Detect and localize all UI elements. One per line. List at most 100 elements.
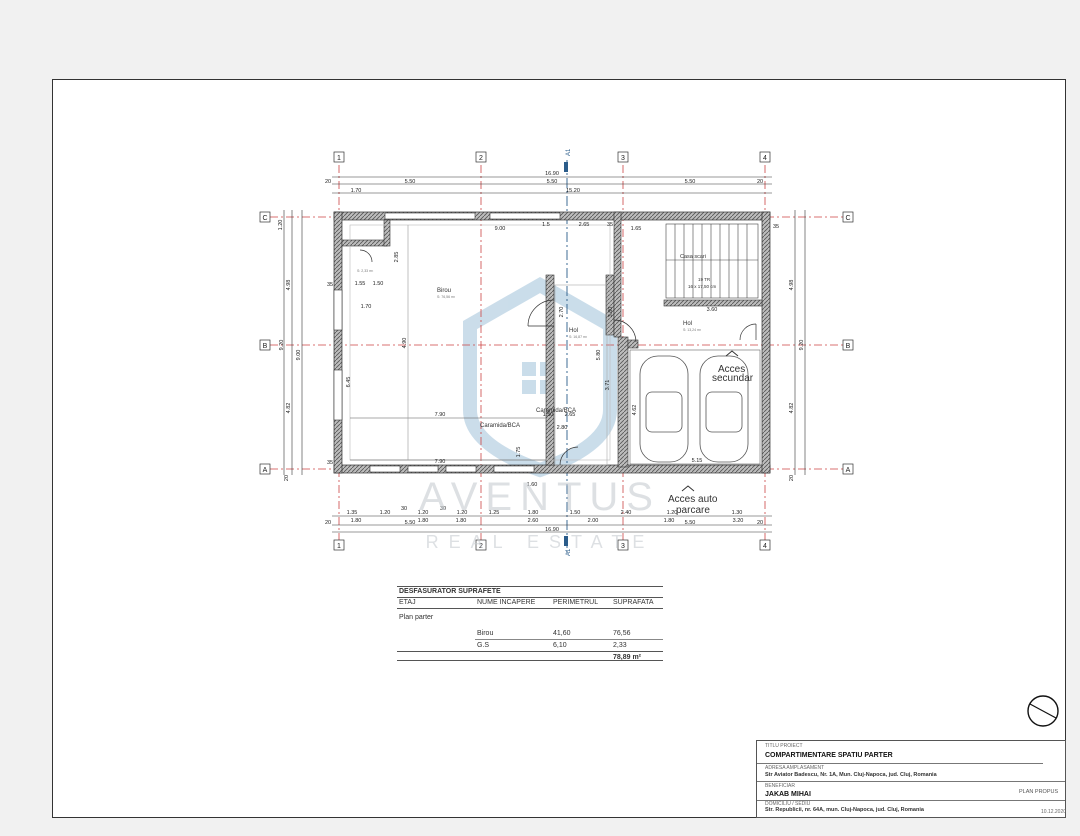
dim-text: 2.70 <box>559 307 565 318</box>
dim-text: 1.20 <box>278 220 284 231</box>
table-header: PERIMETRUL <box>553 599 599 606</box>
dim-text: 1.50 <box>373 281 384 287</box>
watermark-logo <box>463 276 617 478</box>
dim-text: 30 <box>401 506 407 512</box>
dimensions-right: 35 4.98 4.82 9.20 20 <box>773 224 805 481</box>
room-area: S: 76,56 m² <box>437 295 456 299</box>
floor-plan: 1 2 3 4 1 2 3 4 C B A C B A A1 A1 16.90 … <box>259 148 1059 727</box>
dim-text: 35 <box>773 224 779 230</box>
dim-text: 1.30 <box>732 510 743 516</box>
dim-text: 4.82 <box>286 403 292 414</box>
table-title-row: DESFASURATOR SUPRAFETE <box>397 586 663 597</box>
dim-text: 20 <box>789 475 795 481</box>
dim-text: 20 <box>325 179 331 185</box>
dim-text: 3.60 <box>707 307 718 313</box>
table-cell: Birou <box>477 630 494 637</box>
access-label: Acces auto <box>668 494 718 505</box>
axis-label: 2 <box>479 155 483 162</box>
title-rule <box>757 781 1065 782</box>
beneficiary: JAKAB MIHAI <box>765 791 811 798</box>
table-title: DESFASURATOR SUPRAFETE <box>399 588 501 595</box>
dim-text: 35 <box>327 460 333 466</box>
title-rule <box>757 763 1043 764</box>
dim-text: 1.80 <box>664 518 675 524</box>
watermark-brand: AVENTUS <box>419 475 661 519</box>
table-row: Birou 41,60 76,56 <box>397 628 663 639</box>
dim-text: 35 <box>327 282 333 288</box>
dim-text: 1.20 <box>380 510 391 516</box>
dim-text: 5.15 <box>692 458 703 464</box>
title-block: TITLU PROIECT COMPARTIMENTARE SPATIU PAR… <box>756 740 1066 818</box>
axis-label: B <box>263 343 268 350</box>
dim-text: 9.20 <box>799 340 805 351</box>
dim-text: 4.62 <box>632 405 638 416</box>
dim-text: 3.80 <box>608 307 614 318</box>
dim-text: 5.80 <box>596 350 602 361</box>
dim-text: 3.71 <box>605 380 611 391</box>
axis-label: A <box>846 467 851 474</box>
table-rule <box>397 660 663 661</box>
table-header: ETAJ <box>399 599 416 606</box>
dim-text: 9.20 <box>279 340 285 351</box>
arrow-up-icon <box>725 350 739 357</box>
dim-text: 20 <box>325 520 331 526</box>
access-label: secundar <box>712 373 754 384</box>
watermark-sub: REAL ESTATE <box>426 532 655 552</box>
table-cell: 41,60 <box>553 630 571 637</box>
room-name: Birou <box>437 288 451 294</box>
dim-text: 6.45 <box>346 377 352 388</box>
table-row: Plan parter <box>397 608 663 628</box>
dim-text: 16.90 <box>545 171 559 177</box>
material-label: Caramida/BCA <box>536 408 576 414</box>
dim-text: 20 <box>757 520 763 526</box>
surfaces-table: DESFASURATOR SUPRAFETE ETAJ NUME INCAPER… <box>397 586 663 663</box>
room-name: Casa scari <box>680 254 706 260</box>
beneficiary-label: BENEFICIAR <box>765 783 796 789</box>
doors[interactable] <box>359 249 757 466</box>
dim-text: 4.98 <box>286 280 292 291</box>
address: Str Aviator Badescu, Nr. 1A, Mun. Cluj-N… <box>765 772 937 778</box>
dim-text: 1.65 <box>631 226 642 232</box>
dim-text: 9.00 <box>296 350 302 361</box>
dim-text: 7.90 <box>435 412 446 418</box>
room-name: Hol <box>683 321 692 327</box>
room-name: Hol <box>569 328 578 334</box>
axis-label: 1 <box>337 155 341 162</box>
dim-text: 15.20 <box>566 188 580 194</box>
dim-text: 1.75 <box>516 447 522 458</box>
dimensions-left: 1.20 4.98 4.82 9.00 9.20 35 35 20 <box>278 220 333 481</box>
stair-label: 16 x 17,50 cm <box>688 284 717 289</box>
axis-label: 1 <box>337 543 341 550</box>
dim-text: 5.50 <box>405 179 416 185</box>
dim-text: 4.82 <box>789 403 795 414</box>
table-cell: G.S <box>477 642 490 649</box>
date: 10.12.2020 <box>1041 809 1067 815</box>
room-area: S: 16,87 m² <box>569 335 588 339</box>
table-cell: 2,33 <box>613 642 627 649</box>
table-cell: 76,56 <box>613 630 631 637</box>
dim-text: 20 <box>284 475 290 481</box>
table-header-row: ETAJ NUME INCAPERE PERIMETRUL SUPRAFATA <box>397 597 663 608</box>
dim-text: 1.70 <box>361 304 372 310</box>
table-total-row: 78,89 m² <box>397 651 663 663</box>
dim-text: 7.90 <box>435 459 446 465</box>
project-title: COMPARTIMENTARE SPATIU PARTER <box>765 752 893 759</box>
section-marker <box>564 162 568 172</box>
dim-text: 1.55 <box>355 281 366 287</box>
axis-label: 4 <box>763 155 767 162</box>
windows <box>333 212 561 473</box>
room-area: S: 2,33 m² <box>357 269 374 273</box>
dimensions-top: 16.90 5.50 5.50 5.50 20 20 1.70 15.20 <box>325 171 763 194</box>
dim-text: 2.85 <box>394 252 400 263</box>
dim-text: 5.50 <box>547 179 558 185</box>
dim-text: 1.35 <box>347 510 358 516</box>
domicile: Str. Republicii, nr. 64A, mun. Cluj-Napo… <box>765 807 924 813</box>
address-label: ADRESA AMPLASAMENT <box>765 765 825 771</box>
table-header: SUPRAFATA <box>613 599 654 606</box>
dim-text: 1.80 <box>351 518 362 524</box>
watermark-text: AVENTUS REAL ESTATE <box>419 475 661 552</box>
table-row: G.S 6,10 2,33 <box>475 639 663 651</box>
stair-label: 19 TR <box>698 277 711 282</box>
dim-text: 5.50 <box>405 520 416 526</box>
dim-text: 2.65 <box>579 222 590 228</box>
